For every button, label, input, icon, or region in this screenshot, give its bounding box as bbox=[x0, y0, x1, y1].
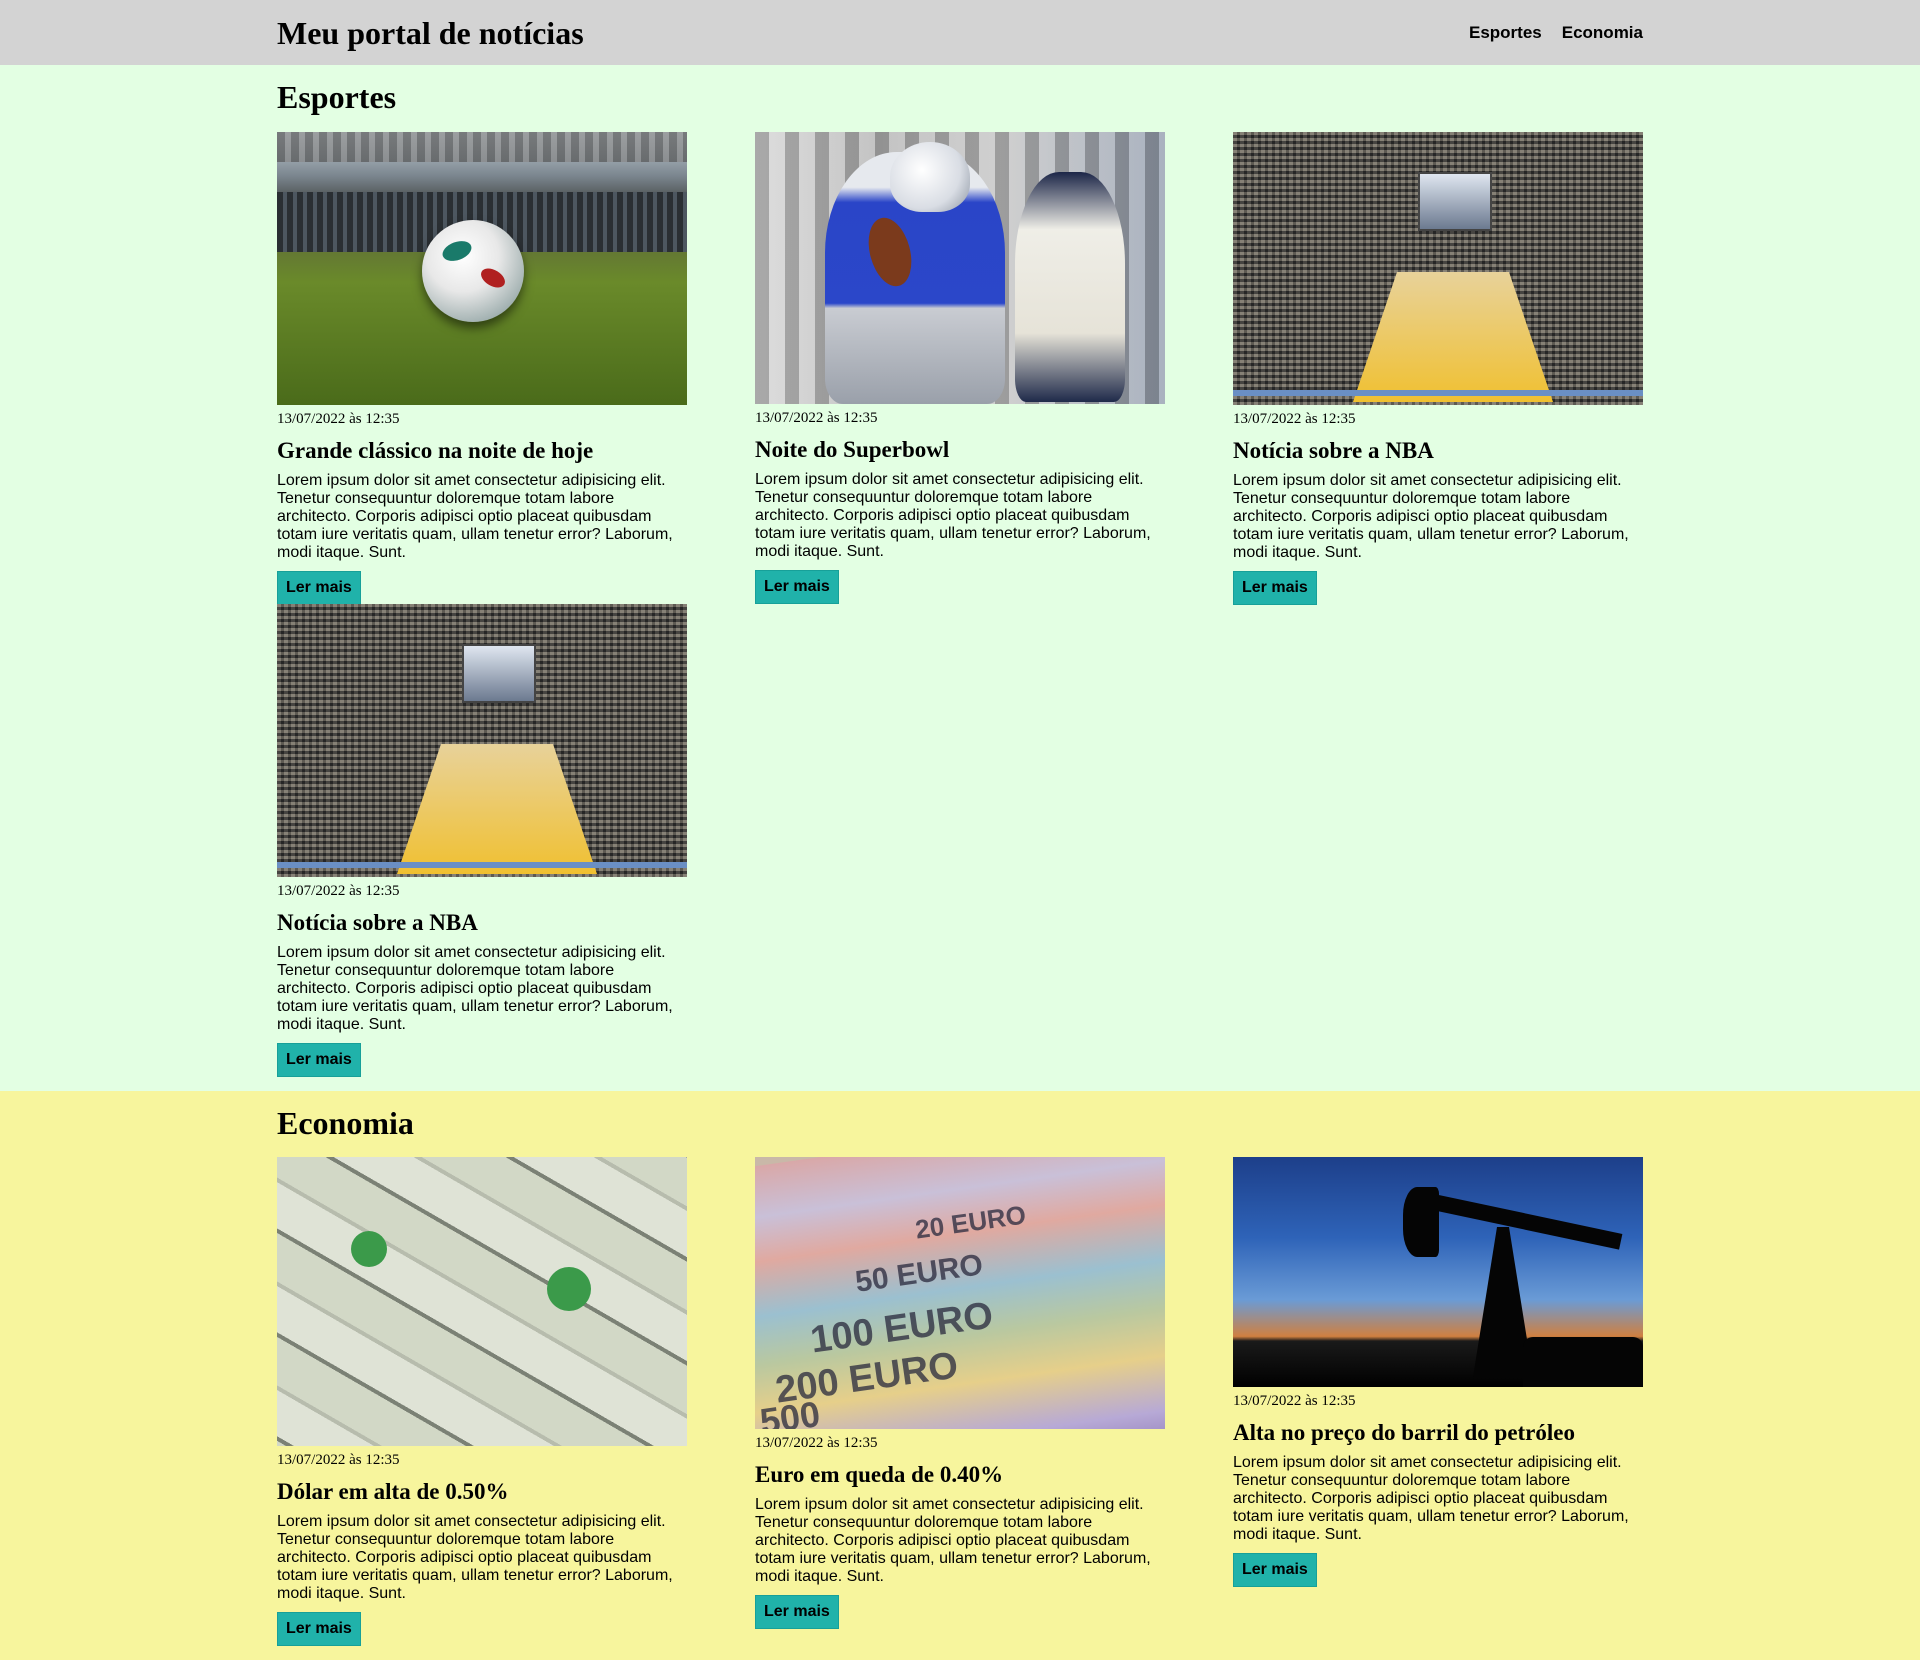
article-image bbox=[1233, 132, 1643, 405]
nav-link-esportes[interactable]: Esportes bbox=[1469, 22, 1542, 44]
news-card: 20 EURO 50 EURO 100 EURO 200 EURO 500 13… bbox=[755, 1157, 1165, 1629]
article-headline: Alta no preço do barril do petróleo bbox=[1233, 1420, 1575, 1445]
news-card: 13/07/2022 às 12:35 Noite do Superbowl L… bbox=[755, 132, 1165, 604]
read-more-button[interactable]: Ler mais bbox=[755, 570, 839, 604]
section-title: Esportes bbox=[277, 79, 397, 115]
economy-section: Economia 13/07/2022 às 12:35 Dólar em al… bbox=[0, 1091, 1920, 1660]
article-date: 13/07/2022 às 12:35 bbox=[1233, 1393, 1356, 1409]
read-more-button[interactable]: Ler mais bbox=[277, 1043, 361, 1077]
article-headline: Dólar em alta de 0.50% bbox=[277, 1479, 509, 1504]
read-more-button[interactable]: Ler mais bbox=[277, 1612, 361, 1646]
article-body: Lorem ipsum dolor sit amet consectetur a… bbox=[277, 472, 673, 561]
read-more-button[interactable]: Ler mais bbox=[277, 571, 361, 605]
article-date: 13/07/2022 às 12:35 bbox=[277, 883, 400, 899]
sports-section: Esportes 13/07/2022 às 12:35 Grande clás… bbox=[0, 65, 1920, 1091]
article-date: 13/07/2022 às 12:35 bbox=[755, 1435, 878, 1451]
article-body: Lorem ipsum dolor sit amet consectetur a… bbox=[1233, 1454, 1629, 1543]
article-headline: Grande clássico na noite de hoje bbox=[277, 438, 594, 463]
article-headline: Notícia sobre a NBA bbox=[1233, 438, 1434, 463]
section-title: Economia bbox=[277, 1105, 414, 1141]
article-body: Lorem ipsum dolor sit amet consectetur a… bbox=[755, 1496, 1151, 1585]
news-card: 13/07/2022 às 12:35 Notícia sobre a NBA … bbox=[277, 604, 687, 1077]
article-image bbox=[277, 1157, 687, 1446]
read-more-button[interactable]: Ler mais bbox=[1233, 1553, 1317, 1587]
news-card: 13/07/2022 às 12:35 Grande clássico na n… bbox=[277, 132, 687, 605]
nav-link-economia[interactable]: Economia bbox=[1562, 22, 1643, 44]
article-image bbox=[1233, 1157, 1643, 1387]
article-date: 13/07/2022 às 12:35 bbox=[277, 1452, 400, 1468]
article-body: Lorem ipsum dolor sit amet consectetur a… bbox=[755, 471, 1151, 560]
article-body: Lorem ipsum dolor sit amet consectetur a… bbox=[1233, 472, 1629, 561]
main-nav: Esportes Economia bbox=[1469, 22, 1643, 44]
article-date: 13/07/2022 às 12:35 bbox=[1233, 411, 1356, 427]
news-card: 13/07/2022 às 12:35 Alta no preço do bar… bbox=[1233, 1157, 1643, 1587]
news-card: 13/07/2022 às 12:35 Notícia sobre a NBA … bbox=[1233, 132, 1643, 605]
article-body: Lorem ipsum dolor sit amet consectetur a… bbox=[277, 944, 673, 1033]
article-body: Lorem ipsum dolor sit amet consectetur a… bbox=[277, 1513, 673, 1602]
site-header: Meu portal de notícias Esportes Economia bbox=[0, 0, 1920, 65]
article-date: 13/07/2022 às 12:35 bbox=[277, 411, 400, 427]
article-headline: Notícia sobre a NBA bbox=[277, 910, 478, 935]
article-image bbox=[277, 132, 687, 405]
article-image bbox=[277, 604, 687, 877]
news-card: 13/07/2022 às 12:35 Dólar em alta de 0.5… bbox=[277, 1157, 687, 1646]
article-image bbox=[755, 132, 1165, 404]
article-headline: Noite do Superbowl bbox=[755, 437, 950, 462]
read-more-button[interactable]: Ler mais bbox=[755, 1595, 839, 1629]
site-title: Meu portal de notícias bbox=[277, 15, 584, 51]
article-image: 20 EURO 50 EURO 100 EURO 200 EURO 500 bbox=[755, 1157, 1165, 1429]
article-date: 13/07/2022 às 12:35 bbox=[755, 410, 878, 426]
read-more-button[interactable]: Ler mais bbox=[1233, 571, 1317, 605]
article-headline: Euro em queda de 0.40% bbox=[755, 1462, 1004, 1487]
